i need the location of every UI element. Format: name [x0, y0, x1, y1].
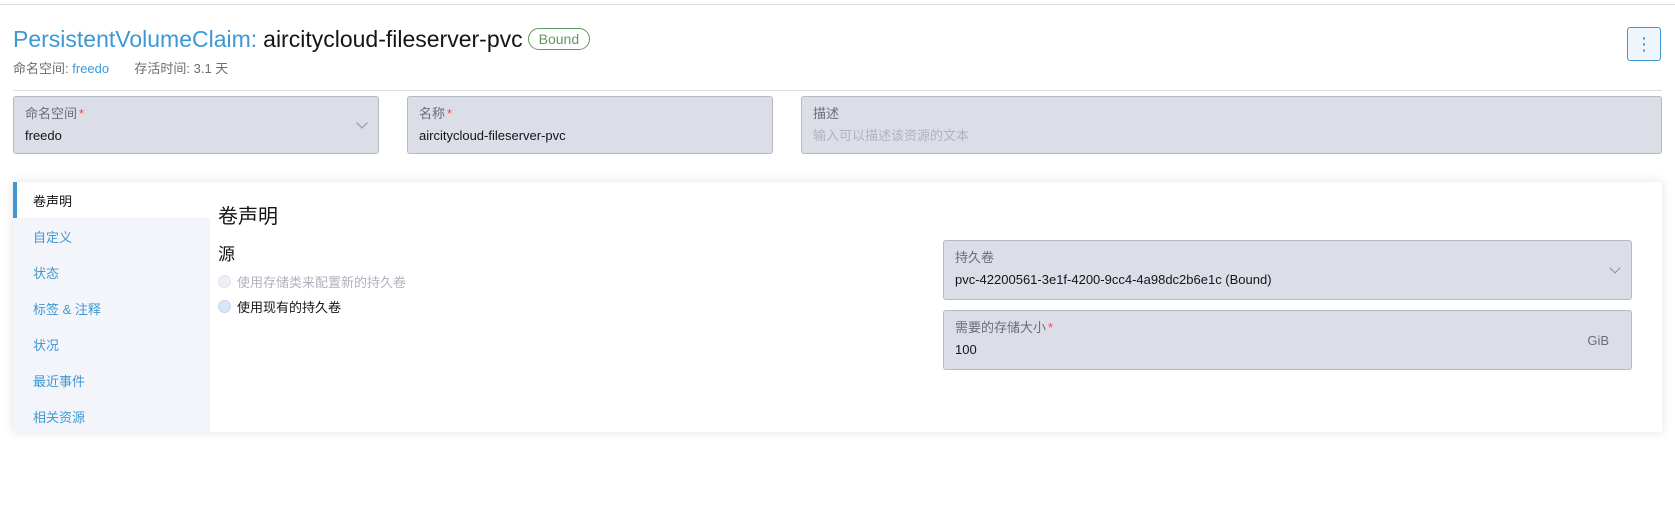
storage-size-label: 需要的存储大小 [955, 320, 1047, 335]
section-title: 卷声明 [218, 206, 278, 228]
page-title: PersistentVolumeClaim: aircitycloud-file… [13, 24, 591, 54]
required-mark: * [1048, 320, 1054, 335]
storage-size-value: 100 [955, 342, 977, 357]
resource-type-label: PersistentVolumeClaim: [13, 25, 258, 52]
persistent-volume-select[interactable]: 持久卷 pvc-42200561-3e1f-4200-9cc4-4a98dc2b… [943, 240, 1632, 300]
name-field[interactable]: 名称 * aircitycloud-fileserver-pvc [407, 96, 773, 154]
radio-circle [218, 300, 231, 313]
tab-status[interactable]: 状态 [13, 254, 210, 290]
source-title: 源 [218, 245, 235, 264]
top-border [0, 4, 1675, 5]
tab-labels-annotations[interactable]: 标签 & 注释 [13, 290, 210, 326]
description-field[interactable]: 描述 输入可以描述该资源的文本 [801, 96, 1662, 154]
persistent-volume-value: pvc-42200561-3e1f-4200-9cc4-4a98dc2b6e1c… [955, 272, 1272, 287]
resource-name: aircitycloud-fileserver-pvc [263, 25, 523, 52]
tab-volume-claim[interactable]: 卷声明 [13, 182, 210, 218]
namespace-field-value: freedo [25, 128, 62, 143]
tab-customize[interactable]: 自定义 [13, 218, 210, 254]
required-mark: * [447, 106, 453, 121]
namespace-meta-label: 命名空间: [13, 61, 69, 76]
name-field-value: aircitycloud-fileserver-pvc [419, 128, 566, 143]
radio-new-volume-label: 使用存储类来配置新的持久卷 [237, 275, 407, 290]
storage-unit: GiB [1587, 333, 1609, 348]
resource-meta: 命名空间: freedo 存活时间: 3.1 天 [13, 58, 228, 77]
actions-menu-button[interactable]: ⋮ [1627, 27, 1661, 61]
required-mark: * [79, 106, 85, 121]
radio-existing-volume[interactable]: 使用现有的持久卷 [218, 297, 341, 316]
storage-size-field[interactable]: 需要的存储大小 * 100 GiB [943, 310, 1632, 370]
namespace-field-label: 命名空间 [25, 106, 78, 121]
radio-circle [218, 275, 231, 288]
radio-existing-volume-label: 使用现有的持久卷 [237, 300, 342, 315]
tab-recent-events[interactable]: 最近事件 [13, 362, 210, 398]
age-meta-label: 存活时间: [134, 61, 190, 76]
tab-related-resources[interactable]: 相关资源 [13, 398, 210, 434]
kebab-menu-icon: ⋮ [1635, 34, 1653, 54]
side-tabs: 卷声明 自定义 状态 标签 & 注释 状况 最近事件 相关资源 [13, 182, 210, 432]
namespace-select[interactable]: 命名空间 * freedo [13, 96, 379, 154]
radio-new-volume[interactable]: 使用存储类来配置新的持久卷 [218, 272, 406, 291]
name-field-label: 名称 [419, 106, 446, 121]
age-value: 3.1 天 [193, 61, 229, 76]
description-placeholder: 输入可以描述该资源的文本 [813, 128, 970, 143]
tab-conditions[interactable]: 状况 [13, 326, 210, 362]
namespace-link[interactable]: freedo [72, 61, 109, 76]
status-badge: Bound [527, 28, 591, 50]
header-divider [13, 90, 1662, 91]
description-field-label: 描述 [813, 106, 840, 121]
persistent-volume-label: 持久卷 [955, 250, 995, 265]
